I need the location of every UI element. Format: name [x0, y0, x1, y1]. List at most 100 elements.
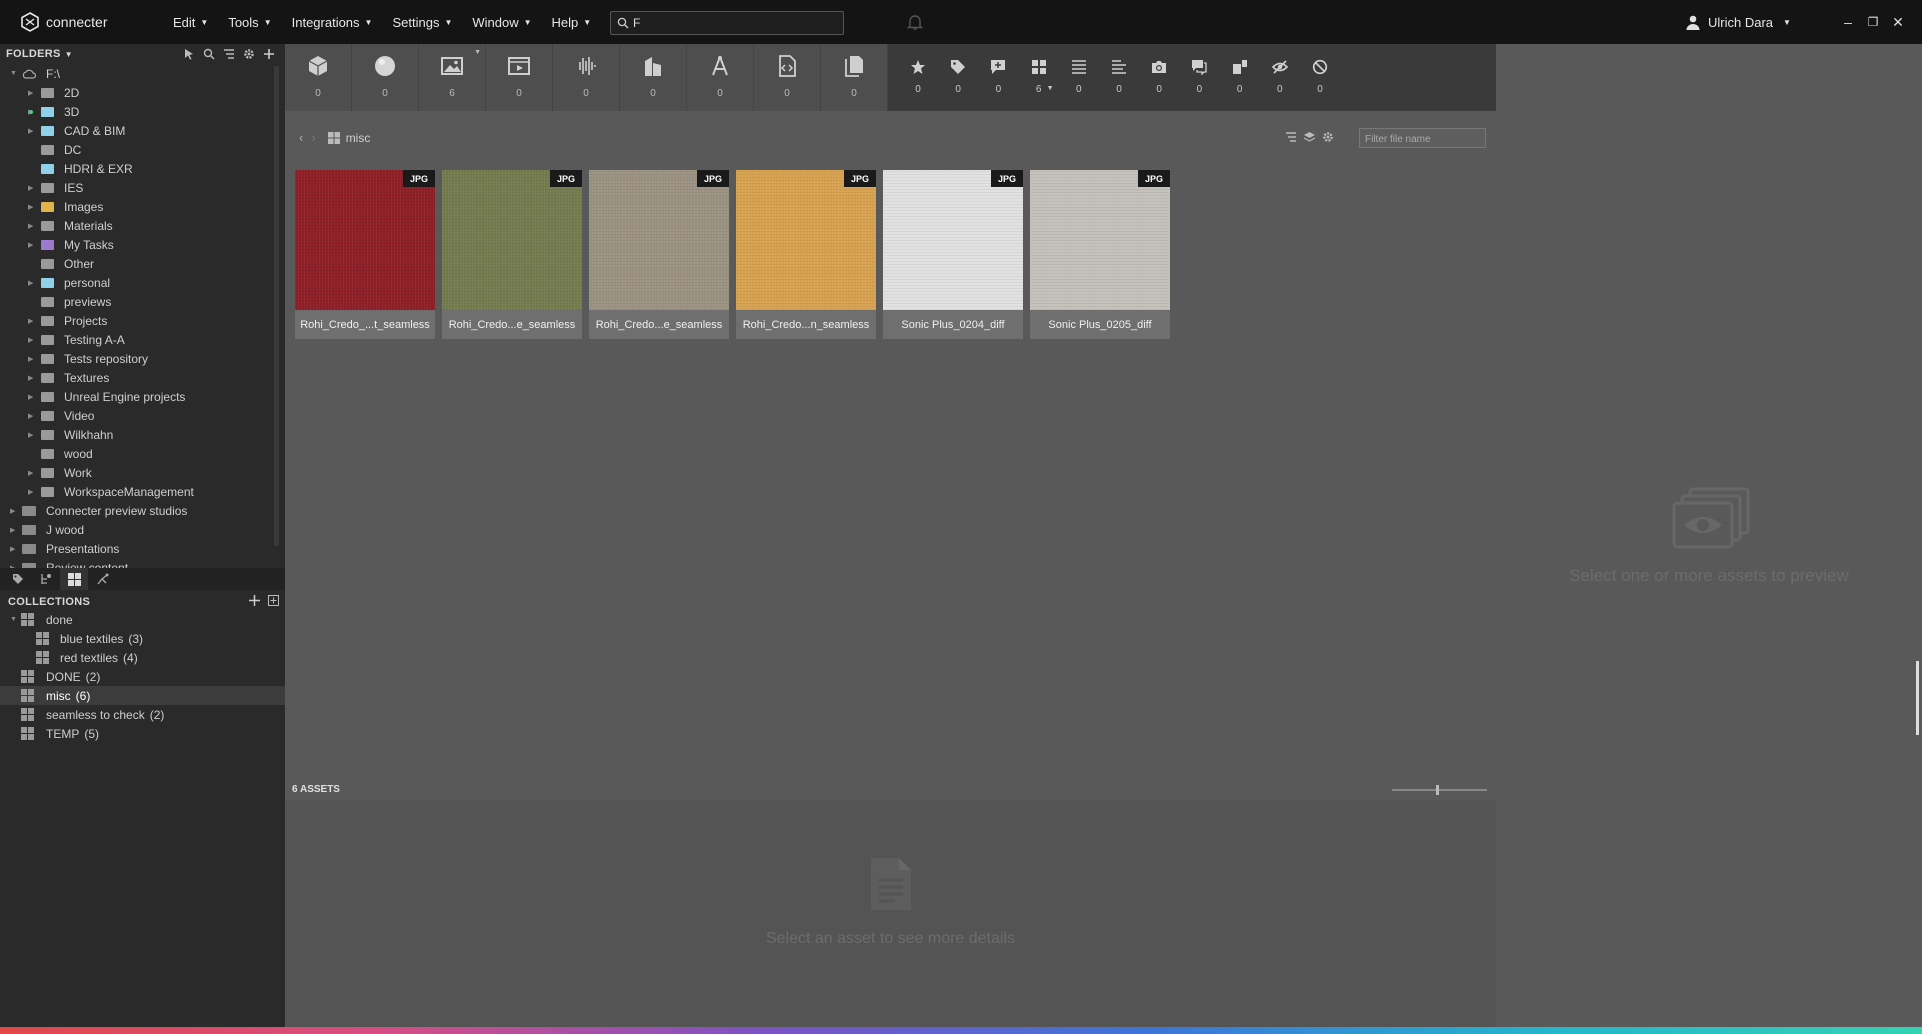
folders-header[interactable]: FOLDERS ▼: [0, 44, 285, 64]
type-filter-button[interactable]: ▼ 6: [419, 44, 486, 111]
type-filter-button[interactable]: 0: [352, 44, 419, 111]
chevron-right-icon[interactable]: ▶: [28, 374, 33, 382]
chevron-right-icon[interactable]: ▶: [28, 184, 33, 192]
type-filter-button[interactable]: 0: [486, 44, 553, 111]
chevron-right-icon[interactable]: ▶: [28, 317, 33, 325]
folder-item[interactable]: ▶ WorkspaceManagement: [0, 482, 272, 501]
folder-item[interactable]: previews: [0, 292, 272, 311]
collections-tab-icon[interactable]: [60, 568, 88, 590]
user-menu[interactable]: Ulrich Dara ▼: [1686, 0, 1791, 44]
asset-thumbnail[interactable]: [442, 170, 582, 310]
folder-item[interactable]: ▶ Projects: [0, 311, 272, 330]
thumbnail-size-slider[interactable]: [1392, 785, 1487, 795]
chevron-right-icon[interactable]: ▶: [28, 393, 33, 401]
type-filter-button[interactable]: 0: [553, 44, 620, 111]
collection-item[interactable]: misc (6): [0, 686, 285, 705]
collection-item[interactable]: red textiles (4): [0, 648, 285, 667]
asset-thumbnail[interactable]: [589, 170, 729, 310]
folder-item[interactable]: DC: [0, 140, 272, 159]
layers-icon[interactable]: [1303, 130, 1316, 148]
folder-item[interactable]: ▶ 2D: [0, 83, 272, 102]
asset-thumbnail[interactable]: [1030, 170, 1170, 310]
asset-card[interactable]: JPG Rohi_Credo...e_seamless: [589, 170, 729, 339]
asset-card[interactable]: JPG Rohi_Credo...n_seamless: [736, 170, 876, 339]
breadcrumb-label[interactable]: misc: [346, 131, 371, 145]
folder-item[interactable]: ▶ CAD & BIM: [0, 121, 272, 140]
folder-item[interactable]: ▶ Video: [0, 406, 272, 425]
folder-item[interactable]: ▶ IES: [0, 178, 272, 197]
menu-window[interactable]: Window ▼: [462, 0, 541, 44]
attribute-filter-button[interactable]: 0: [1065, 44, 1093, 111]
asset-card[interactable]: JPG Rohi_Credo...e_seamless: [442, 170, 582, 339]
collection-item[interactable]: TEMP (5): [0, 724, 285, 743]
tag-icon[interactable]: [4, 568, 32, 590]
filter-file-name[interactable]: [1359, 128, 1486, 149]
app-logo[interactable]: connecter: [20, 12, 155, 32]
restore-button[interactable]: ❐: [1860, 0, 1886, 44]
chevron-right-icon[interactable]: ▶: [28, 127, 33, 135]
attribute-filter-button[interactable]: 0: [1266, 44, 1294, 111]
folder-item[interactable]: ▶ Tests repository: [0, 349, 272, 368]
filter-input[interactable]: [1360, 130, 1485, 149]
folder-item[interactable]: ▶ Textures: [0, 368, 272, 387]
chevron-right-icon[interactable]: ▶: [10, 507, 15, 515]
asset-card[interactable]: JPG Rohi_Credo_...t_seamless: [295, 170, 435, 339]
attribute-filter-button[interactable]: 0: [1226, 44, 1254, 111]
menu-help[interactable]: Help ▼: [542, 0, 602, 44]
chevron-down-icon[interactable]: ▼: [10, 616, 17, 623]
folder-item[interactable]: ▶3D: [0, 102, 272, 121]
right-scrollbar[interactable]: [1916, 661, 1919, 735]
collection-item[interactable]: DONE (2): [0, 667, 285, 686]
bell-icon[interactable]: [906, 13, 924, 31]
add-collection-icon[interactable]: [249, 595, 260, 609]
workspace-item[interactable]: ▶ Presentations: [0, 539, 272, 558]
chevron-down-icon[interactable]: ▼: [1047, 85, 1054, 92]
collection-item[interactable]: blue textiles (3): [0, 629, 285, 648]
gear-icon[interactable]: [239, 46, 259, 62]
asset-thumbnail[interactable]: [883, 170, 1023, 310]
gear-icon[interactable]: [1322, 130, 1334, 148]
sort-icon[interactable]: [219, 46, 239, 62]
global-search[interactable]: [610, 11, 844, 35]
forward-icon[interactable]: ›: [311, 130, 315, 145]
asset-card[interactable]: JPG Sonic Plus_0205_diff: [1030, 170, 1170, 339]
hierarchy-icon[interactable]: [32, 568, 60, 590]
folder-item[interactable]: ▶ personal: [0, 273, 272, 292]
workspace-item[interactable]: ▶ Connecter preview studios: [0, 501, 272, 520]
chevron-down-icon[interactable]: ▼: [10, 70, 17, 77]
folder-item[interactable]: HDRI & EXR: [0, 159, 272, 178]
back-icon[interactable]: ‹: [299, 130, 303, 145]
menu-integrations[interactable]: Integrations ▼: [282, 0, 383, 44]
workflow-icon[interactable]: [88, 568, 116, 590]
folder-item[interactable]: ▶ Unreal Engine projects: [0, 387, 272, 406]
chevron-right-icon[interactable]: ▶: [28, 241, 33, 249]
search-icon[interactable]: [199, 46, 219, 62]
chevron-right-icon[interactable]: ▶: [28, 203, 33, 211]
chevron-down-icon[interactable]: ▼: [474, 49, 481, 56]
menu-edit[interactable]: Edit ▼: [163, 0, 218, 44]
workspace-item[interactable]: ▶ J wood: [0, 520, 272, 539]
folder-item[interactable]: ▶ Images: [0, 197, 272, 216]
chevron-right-icon[interactable]: ▶: [28, 412, 33, 420]
attribute-filter-button[interactable]: 6 ▼: [1025, 44, 1054, 111]
pointer-icon[interactable]: [179, 46, 199, 62]
folder-item[interactable]: wood: [0, 444, 272, 463]
attribute-filter-button[interactable]: 0: [1105, 44, 1133, 111]
type-filter-button[interactable]: 0: [821, 44, 888, 111]
chevron-right-icon[interactable]: ▶: [10, 526, 15, 534]
attribute-filter-button[interactable]: 0: [904, 44, 932, 111]
chevron-right-icon[interactable]: ▶: [28, 488, 33, 496]
chevron-right-icon[interactable]: ▶: [28, 469, 33, 477]
asset-card[interactable]: JPG Sonic Plus_0204_diff: [883, 170, 1023, 339]
attribute-filter-button[interactable]: 0: [984, 44, 1012, 111]
chevron-right-icon[interactable]: ▶: [28, 222, 33, 230]
folder-item[interactable]: Other: [0, 254, 272, 273]
folders-scrollbar[interactable]: [274, 66, 279, 546]
add-smart-collection-icon[interactable]: [268, 595, 279, 609]
add-icon[interactable]: [259, 46, 279, 62]
slider-handle[interactable]: [1436, 785, 1439, 795]
chevron-right-icon[interactable]: ▶: [28, 431, 33, 439]
chevron-right-icon[interactable]: ▶: [10, 545, 15, 553]
sort-icon[interactable]: [1285, 130, 1297, 148]
attribute-filter-button[interactable]: 0: [1185, 44, 1213, 111]
